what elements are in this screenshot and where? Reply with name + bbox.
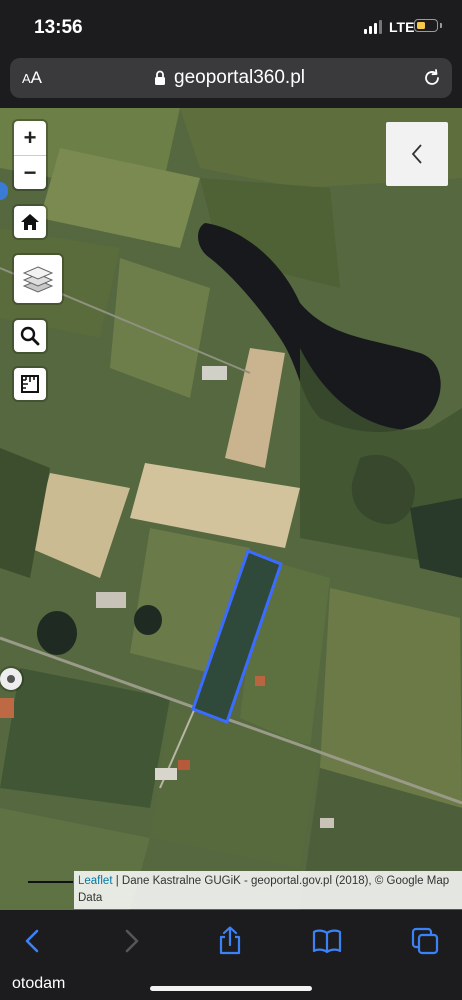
forward-arrow-icon[interactable] [116, 926, 146, 956]
url-text[interactable]: geoportal360.pl [174, 67, 305, 89]
scale-bar [28, 881, 73, 883]
search-icon [20, 326, 40, 346]
collapse-panel-button[interactable] [386, 122, 448, 186]
measure-button[interactable] [14, 368, 46, 400]
bookmarks-icon[interactable] [312, 926, 342, 956]
location-marker[interactable] [0, 668, 22, 690]
signal-icon [364, 20, 384, 34]
search-button[interactable] [14, 320, 46, 352]
map-attribution: Leaflet | Dane Kastralne GUGiK - geoport… [74, 871, 462, 909]
tabs-icon[interactable] [410, 926, 440, 956]
leaflet-link[interactable]: Leaflet [78, 875, 113, 887]
home-icon [21, 214, 39, 230]
chevron-left-icon [411, 144, 422, 164]
status-bar: 13:56 LTE [0, 0, 462, 52]
network-label: LTE [389, 19, 415, 35]
ruler-icon [21, 375, 39, 393]
satellite-map[interactable] [0, 108, 462, 910]
zoom-out-button[interactable]: − [14, 156, 46, 190]
battery-icon [414, 19, 438, 32]
home-button[interactable] [14, 206, 46, 238]
layers-icon [22, 266, 54, 293]
status-time: 13:56 [34, 17, 83, 38]
reader-settings-button[interactable]: AA [22, 68, 42, 88]
zoom-control: + − [14, 121, 46, 189]
zoom-in-button[interactable]: + [14, 121, 46, 156]
battery-cap [440, 23, 442, 28]
layers-button[interactable] [14, 255, 62, 303]
location-dot [7, 675, 15, 683]
watermark-text: otodam [12, 975, 66, 992]
back-arrow-icon[interactable] [18, 926, 48, 956]
reload-icon[interactable] [421, 67, 443, 89]
satellite-imagery [0, 108, 462, 910]
home-indicator[interactable] [150, 986, 312, 991]
address-bar[interactable]: AA geoportal360.pl [10, 58, 452, 98]
attribution-text: | Dane Kastralne GUGiK - geoportal.gov.p… [78, 875, 450, 904]
lock-icon [155, 70, 165, 85]
share-icon[interactable] [215, 926, 245, 956]
